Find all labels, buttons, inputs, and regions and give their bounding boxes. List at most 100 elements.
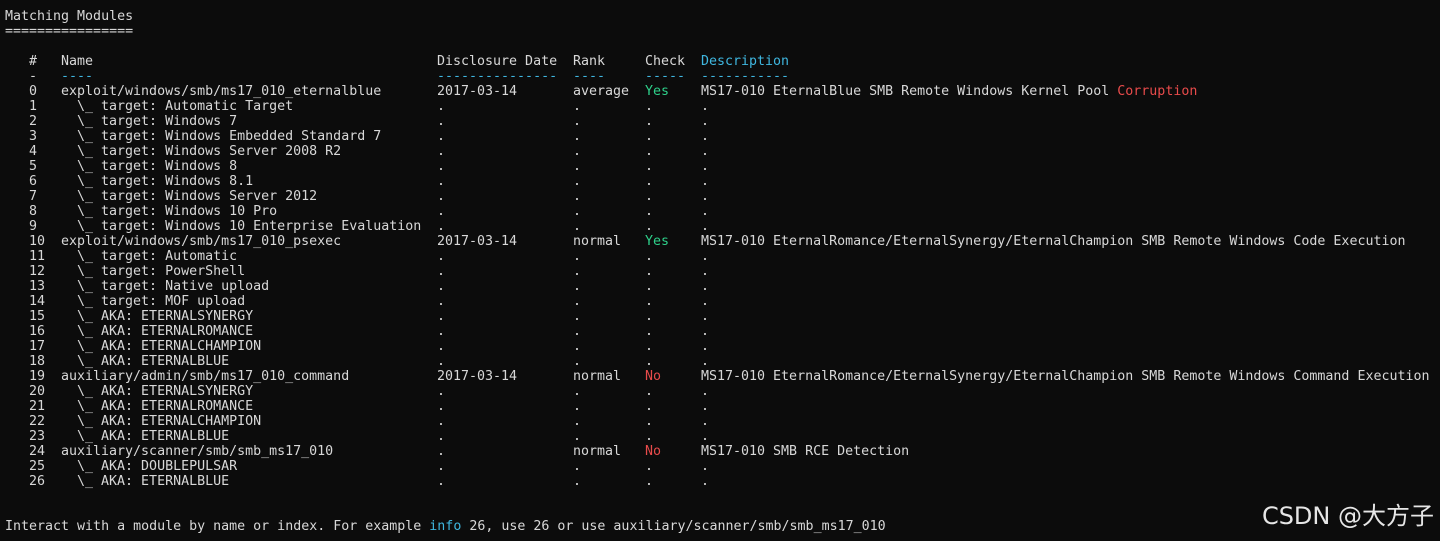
description: . (701, 129, 710, 144)
table-row: 25 \_ AKA: DOUBLEPULSAR.... (0, 459, 1440, 474)
disclosure-date: 2017-03-14 (437, 234, 518, 249)
module-name: \_ AKA: ETERNALBLUE (61, 429, 230, 444)
check-status: . (645, 339, 654, 354)
table-row: 12 \_ target: PowerShell.... (0, 264, 1440, 279)
table-row: 23 \_ AKA: ETERNALBLUE.... (0, 429, 1440, 444)
row-number: 12 (29, 264, 46, 279)
description: . (701, 354, 710, 369)
check-status: . (645, 384, 654, 399)
module-name: \_ AKA: ETERNALCHAMPION (61, 414, 262, 429)
rank: normal (573, 369, 622, 384)
rank: . (573, 114, 582, 129)
disclosure-date: . (437, 429, 446, 444)
dash-check: ----- (645, 69, 686, 84)
check-status: No (645, 369, 662, 384)
table-row: 20 \_ AKA: ETERNALSYNERGY.... (0, 384, 1440, 399)
check-status: . (645, 144, 654, 159)
rank: normal (573, 234, 622, 249)
rank: . (573, 159, 582, 174)
check-status: . (645, 429, 654, 444)
disclosure-date: . (437, 189, 446, 204)
check-status: Yes (645, 84, 670, 99)
disclosure-date: . (437, 309, 446, 324)
table-row: 4 \_ target: Windows Server 2008 R2.... (0, 144, 1440, 159)
disclosure-date: 2017-03-14 (437, 84, 518, 99)
table-row: 5 \_ target: Windows 8.... (0, 159, 1440, 174)
disclosure-date: . (437, 474, 446, 489)
rank: . (573, 279, 582, 294)
check-status: . (645, 399, 654, 414)
row-number: 4 (29, 144, 38, 159)
module-name: auxiliary/admin/smb/ms17_010_command (61, 369, 350, 384)
row-number: 7 (29, 189, 38, 204)
module-name: \_ target: Windows 10 Pro (61, 204, 278, 219)
dash-rank: ---- (573, 69, 606, 84)
rank: . (573, 459, 582, 474)
description: . (701, 249, 710, 264)
disclosure-date: . (437, 159, 446, 174)
check-status: . (645, 99, 654, 114)
section-title: Matching Modules (5, 9, 134, 24)
table-row: 21 \_ AKA: ETERNALROMANCE.... (0, 399, 1440, 414)
table-row: 26 \_ AKA: ETERNALBLUE.... (0, 474, 1440, 489)
row-number: 2 (29, 114, 38, 129)
description: MS17-010 EternalBlue SMB Remote Windows … (701, 84, 1197, 99)
table-row: 19 auxiliary/admin/smb/ms17_010_command 20… (0, 369, 1440, 384)
module-name: \_ target: Automatic Target (61, 99, 294, 114)
module-name: \_ target: Windows Embedded Standard 7 (61, 129, 382, 144)
disclosure-date: . (437, 174, 446, 189)
table-row: 9 \_ target: Windows 10 Enterprise Evalu… (0, 219, 1440, 234)
module-name: \_ target: Windows 8.1 (61, 174, 254, 189)
description: MS17-010 SMB RCE Detection (701, 444, 910, 459)
table-row: 15 \_ AKA: ETERNALSYNERGY.... (0, 309, 1440, 324)
module-name: \_ target: Windows 10 Enterprise Evaluat… (61, 219, 422, 234)
description: . (701, 204, 710, 219)
description: . (701, 414, 710, 429)
table-row: 2 \_ target: Windows 7.... (0, 114, 1440, 129)
rank: . (573, 474, 582, 489)
rank: . (573, 384, 582, 399)
rank: . (573, 129, 582, 144)
row-number: 10 (29, 234, 46, 249)
description: . (701, 429, 710, 444)
table-row: 18 \_ AKA: ETERNALBLUE.... (0, 354, 1440, 369)
module-name: exploit/windows/smb/ms17_010_psexec (61, 234, 342, 249)
row-number: 6 (29, 174, 38, 189)
check-status: . (645, 204, 654, 219)
description: . (701, 399, 710, 414)
dash-num: - (29, 69, 38, 84)
description: . (701, 339, 710, 354)
row-number: 20 (29, 384, 46, 399)
check-status: . (645, 324, 654, 339)
row-number: 18 (29, 354, 46, 369)
check-status: Yes (645, 234, 670, 249)
row-number: 0 (29, 84, 38, 99)
disclosure-date: . (437, 339, 446, 354)
disclosure-date: . (437, 219, 446, 234)
check-status: . (645, 294, 654, 309)
section-title-underline: ================ (5, 24, 134, 39)
disclosure-date: . (437, 99, 446, 114)
table-row: 0 exploit/windows/smb/ms17_010_eternalblu… (0, 84, 1440, 99)
table-header-dashes: - ---- --------------- ---- ----- ------… (0, 69, 1440, 84)
check-status: . (645, 219, 654, 234)
header-num: # (29, 54, 38, 69)
check-status: . (645, 414, 654, 429)
row-number: 22 (29, 414, 46, 429)
rank: . (573, 219, 582, 234)
module-name: \_ target: PowerShell (61, 264, 246, 279)
footer-info-command: info (429, 519, 462, 534)
rank: . (573, 399, 582, 414)
row-number: 15 (29, 309, 46, 324)
rank: average (573, 84, 630, 99)
table-row: 7 \_ target: Windows Server 2012.... (0, 189, 1440, 204)
rank: . (573, 354, 582, 369)
description: . (701, 114, 710, 129)
module-name: auxiliary/scanner/smb/smb_ms17_010 (61, 444, 334, 459)
module-name: \_ target: Automatic (61, 249, 238, 264)
disclosure-date: . (437, 324, 446, 339)
rank: . (573, 339, 582, 354)
description: . (701, 459, 710, 474)
row-number: 9 (29, 219, 38, 234)
footer-suffix: 26, use 26 or use auxiliary/scanner/smb/… (461, 519, 886, 534)
